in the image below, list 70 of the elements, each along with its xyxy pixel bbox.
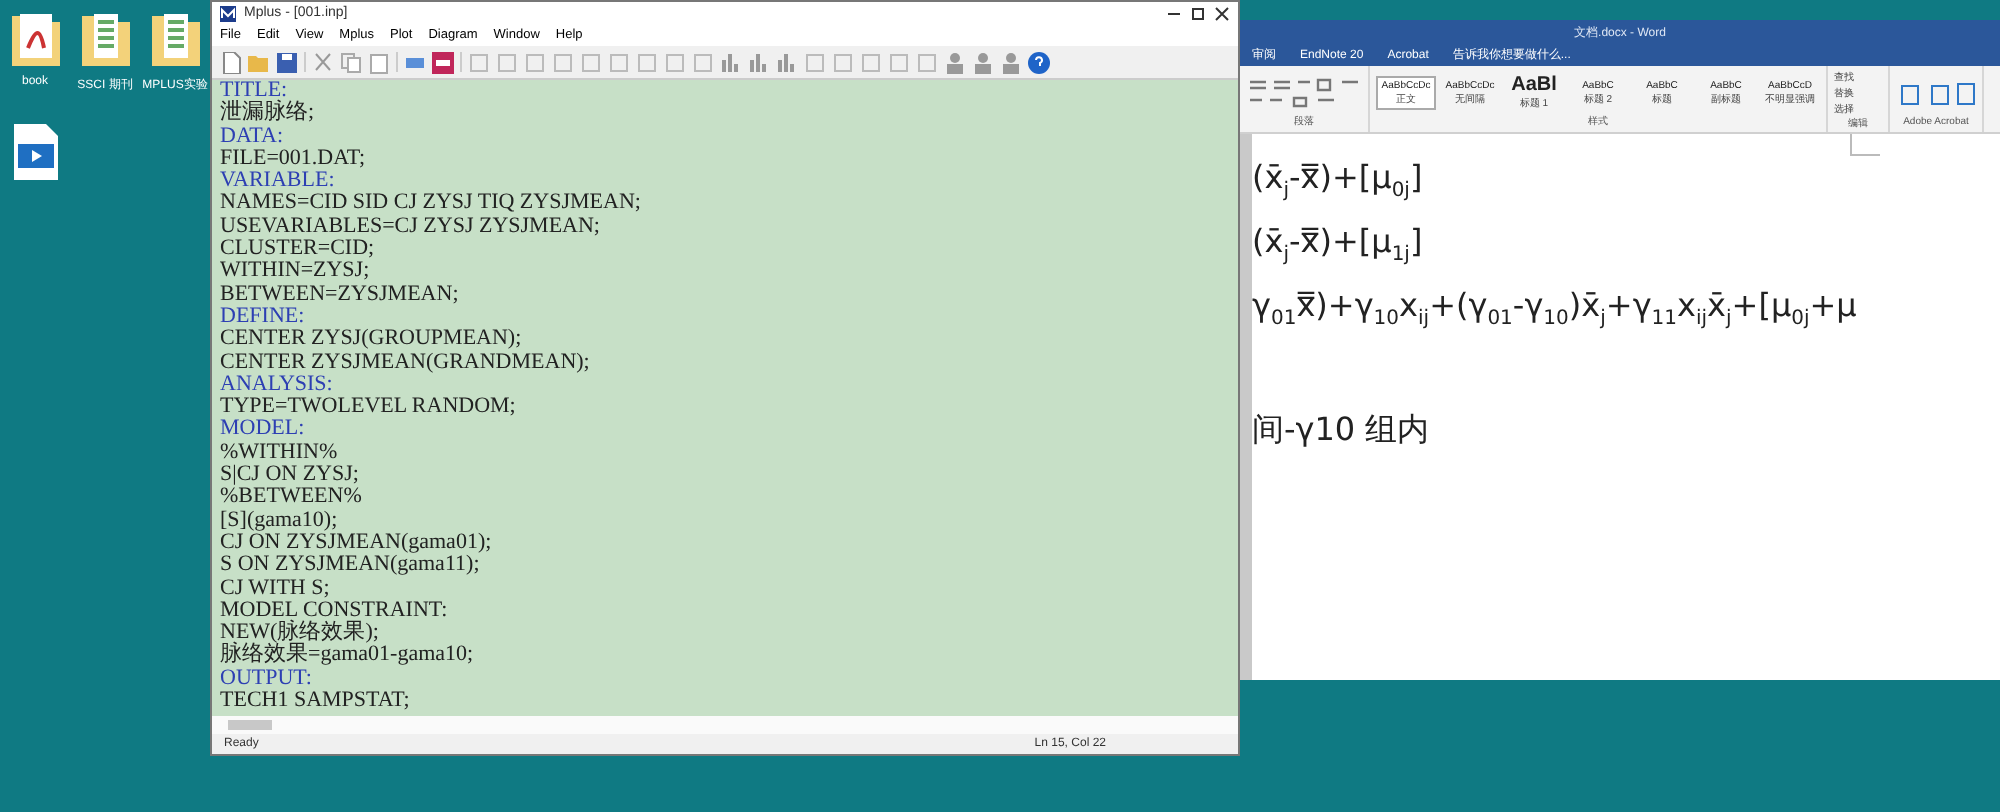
folder-icon [79, 8, 131, 68]
code-line: MODEL CONSTRAINT: [220, 599, 448, 622]
code-line: CLUSTER=CID; [220, 238, 375, 261]
grid-icon[interactable] [580, 51, 602, 73]
grid-icon[interactable] [860, 51, 882, 73]
section-keyword: ANALYSIS: [220, 373, 333, 397]
code-line: WITHIN=ZYSJ; [220, 260, 370, 284]
help-icon[interactable] [1028, 51, 1050, 73]
grid-icon[interactable] [888, 51, 910, 73]
section-keyword: VARIABLE: [220, 170, 335, 193]
formula-text: γ$_{01}$x̿)+γ$_{10}$x$_{ij}$+(γ$_{01}$-γ$_{10}$)x̄$_{j}$+γ$_{11}$x$_{ij}$x̄$_{j}$+[μ$_{0j}$+μ [1252, 286, 1857, 326]
grid-icon[interactable] [804, 51, 826, 73]
grid-icon[interactable] [636, 51, 658, 73]
person-icon[interactable] [972, 51, 994, 73]
formula-text: (x̄$_{j}$-x̿)+[μ$_{0j}$] [1252, 158, 1423, 198]
section-keyword: DEFINE: [220, 305, 305, 329]
grid-icon[interactable] [552, 51, 574, 73]
scissors-icon[interactable] [312, 51, 334, 73]
folder-icon [149, 8, 201, 68]
code-line: FILE=001.DAT; [220, 147, 366, 171]
code-line: NEW(脉络效果); [220, 622, 379, 645]
person-icon[interactable] [944, 51, 966, 73]
page-corner-mark [1850, 134, 1880, 156]
grid-icon[interactable] [664, 51, 686, 73]
grid-icon[interactable] [524, 51, 546, 73]
code-line: CJ WITH S; [220, 577, 330, 600]
grid-icon[interactable] [916, 51, 938, 73]
copy-icon[interactable] [340, 51, 362, 73]
maximize-icon[interactable] [1190, 5, 1206, 21]
code-line: 脉络效果=gama01-gama10; [220, 644, 474, 668]
section-keyword: DATA: [220, 125, 284, 148]
grid-icon[interactable] [496, 51, 518, 73]
code-line: TECH1 SAMPSTAT; [220, 690, 410, 713]
save-icon[interactable] [276, 51, 298, 73]
grid-icon[interactable] [692, 51, 714, 73]
new-file-icon[interactable] [220, 51, 242, 73]
person-icon[interactable] [1000, 51, 1022, 73]
code-line: 泄漏脉络; [220, 102, 315, 126]
paragraph-tools-icon [1246, 74, 1358, 110]
style-sample: AaBl [1511, 74, 1557, 96]
code-line: CENTER ZYSJMEAN(GRANDMEAN); [220, 351, 590, 374]
section-keyword: OUTPUT: [220, 667, 312, 691]
grid-icon[interactable] [832, 51, 854, 73]
scrollbar-thumb[interactable] [228, 720, 272, 730]
code-line: S|CJ ON ZYSJ; [220, 464, 359, 487]
video-file-icon [11, 122, 59, 182]
section-keyword: TITLE: [220, 80, 288, 102]
code-line: TYPE=TWOLEVEL RANDOM; [220, 396, 516, 419]
formula-text: 间-γ10 组内 [1252, 410, 1430, 450]
bar-chart-icon[interactable] [776, 51, 798, 73]
section-keyword: MODEL: [220, 418, 305, 442]
code-line: BETWEEN=ZYSJMEAN; [220, 283, 459, 306]
code-line: S ON ZYSJMEAN(gama11); [220, 554, 480, 578]
code-line: USEVARIABLES=CJ ZYSJ ZYSJMEAN; [220, 215, 600, 239]
code-line: %WITHIN% [220, 441, 338, 464]
code-line: CENTER ZYSJ(GROUPMEAN); [220, 328, 522, 352]
code-line: NAMES=CID SID CJ ZYSJ TIQ ZYSJMEAN; [220, 192, 641, 216]
pdf-tools-icon [1896, 81, 1976, 105]
formula-text: (x̄$_{j}$-x̿)+[μ$_{1j}$] [1252, 222, 1423, 262]
close-icon[interactable] [1214, 5, 1230, 21]
folder-icon [9, 8, 61, 68]
clipboard-icon[interactable] [368, 51, 390, 73]
code-line: [S](gama10); [220, 509, 338, 532]
grid-icon[interactable] [468, 51, 490, 73]
run-icon[interactable] [432, 51, 454, 73]
code-line: CJ ON ZYSJMEAN(gama01); [220, 531, 492, 555]
code-line: %BETWEEN% [220, 486, 362, 510]
bar-chart-icon[interactable] [720, 51, 742, 73]
bar-chart-icon[interactable] [748, 51, 770, 73]
grid-icon[interactable] [608, 51, 630, 73]
